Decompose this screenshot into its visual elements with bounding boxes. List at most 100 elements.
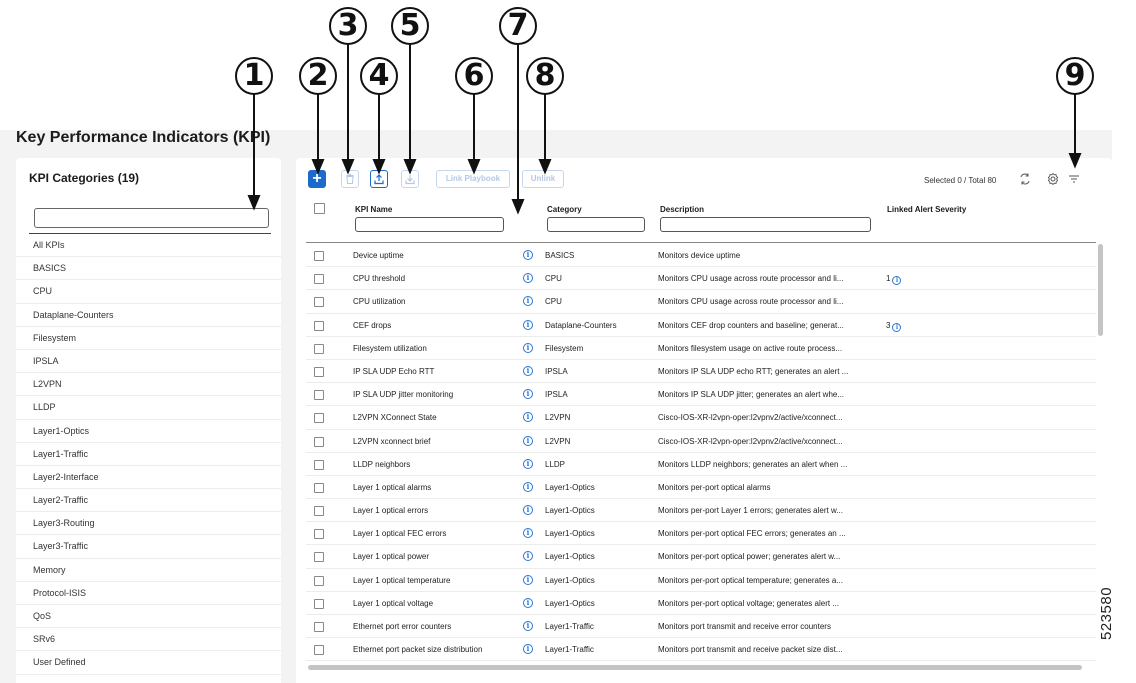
table-row[interactable]: CPU threshold i CPU Monitors CPU usage acro… <box>306 267 1096 291</box>
category-search-input[interactable] <box>34 208 269 228</box>
vertical-scrollbar[interactable] <box>1098 244 1103 336</box>
info-icon[interactable]: i <box>523 296 533 307</box>
description-filter-input[interactable] <box>660 217 871 232</box>
row-checkbox[interactable] <box>314 343 324 354</box>
column-header-description[interactable]: Description <box>660 205 704 214</box>
table-row[interactable]: Layer 1 optical alarms i Layer1-Optics Moni… <box>306 476 1096 500</box>
category-item[interactable]: Dataplane-Counters <box>16 304 281 327</box>
kpi-name: L2VPN XConnect State <box>353 413 437 423</box>
category-item[interactable]: All KPIs <box>16 234 281 258</box>
info-icon[interactable]: i <box>523 597 533 608</box>
category-item[interactable]: User Defined <box>16 651 281 675</box>
category-filter-input[interactable] <box>547 217 645 232</box>
table-row[interactable]: L2VPN xconnect brief i L2VPN Cisco-IOS-XR-l… <box>306 430 1096 453</box>
row-checkbox[interactable] <box>314 622 324 632</box>
info-icon[interactable]: i <box>523 435 533 446</box>
category-item[interactable]: SRv6 <box>16 628 281 652</box>
row-checkbox[interactable] <box>314 297 324 308</box>
upload-button[interactable] <box>370 170 388 188</box>
category-item[interactable]: QoS <box>16 605 281 629</box>
category-item[interactable]: Layer2-Traffic <box>16 489 281 513</box>
row-checkbox[interactable] <box>314 552 324 563</box>
info-icon[interactable]: i <box>892 276 902 286</box>
info-icon[interactable]: i <box>523 319 533 330</box>
severity-count: 1 <box>886 274 891 284</box>
info-icon[interactable]: i <box>523 389 533 400</box>
category-item[interactable]: Memory <box>16 559 281 582</box>
row-checkbox[interactable] <box>314 482 324 493</box>
kpi-description: Monitors CPU usage across route processo… <box>658 297 844 307</box>
row-checkbox[interactable] <box>314 320 324 331</box>
info-icon[interactable]: i <box>523 644 533 655</box>
row-checkbox[interactable] <box>314 506 324 517</box>
table-row[interactable]: LLDP neighbors i LLDP Monitors LLDP neighbo… <box>306 453 1096 476</box>
row-checkbox[interactable] <box>314 436 324 447</box>
table-row[interactable]: Layer 1 optical errors i Layer1-Optics Moni… <box>306 499 1096 523</box>
column-header-kpi-name[interactable]: KPI Name <box>355 205 392 214</box>
column-header-category[interactable]: Category <box>547 205 582 214</box>
column-header-linked-alert-severity[interactable]: Linked Alert Severity <box>887 205 966 214</box>
row-checkbox[interactable] <box>314 459 324 470</box>
gear-icon[interactable] <box>1046 172 1060 186</box>
info-icon[interactable]: i <box>523 250 533 260</box>
add-kpi-button[interactable]: + <box>308 170 326 188</box>
link-playbook-button[interactable]: Link Playbook <box>436 170 510 188</box>
category-item[interactable]: Layer2-Interface <box>16 466 281 490</box>
category-item[interactable]: IPSLA <box>16 350 281 374</box>
row-checkbox[interactable] <box>314 366 324 377</box>
category-item[interactable]: LLDP <box>16 396 281 420</box>
table-row[interactable]: Layer 1 optical temperature i Layer1-Optic… <box>306 569 1096 592</box>
kpi-name: Layer 1 optical power <box>353 552 430 562</box>
info-icon[interactable]: i <box>523 481 533 492</box>
table-row[interactable]: Device uptime i BASICS Monitors device upti… <box>306 244 1096 268</box>
row-checkbox[interactable] <box>314 390 324 401</box>
category-item[interactable]: CPU <box>16 280 281 304</box>
table-row[interactable]: L2VPN XConnect State i L2VPN Cisco-IOS-XR-l… <box>306 406 1096 430</box>
table-row[interactable]: Ethernet port packet size distribution i L… <box>306 638 1096 662</box>
table-row[interactable]: Ethernet port error counters i Layer1-Traf… <box>306 615 1096 639</box>
info-icon[interactable]: i <box>523 574 533 585</box>
info-icon[interactable]: i <box>523 505 533 516</box>
delete-button[interactable] <box>341 170 359 188</box>
category-item[interactable]: Layer3-Traffic <box>16 535 281 559</box>
info-icon[interactable]: i <box>892 322 902 332</box>
row-checkbox[interactable] <box>314 575 324 586</box>
category-item[interactable]: Filesystem <box>16 327 281 350</box>
row-checkbox[interactable] <box>314 413 324 424</box>
unlink-button[interactable]: Unlink <box>522 170 564 188</box>
refresh-icon[interactable] <box>1018 172 1032 186</box>
info-icon[interactable]: i <box>523 342 533 353</box>
table-row[interactable]: Layer 1 optical power i Layer1-Optics Monit… <box>306 545 1096 569</box>
category-item[interactable]: Layer3-Routing <box>16 512 281 536</box>
info-icon[interactable]: i <box>523 273 533 284</box>
table-row[interactable]: Filesystem utilization i Filesystem Monitor… <box>306 337 1096 360</box>
info-icon[interactable]: i <box>523 621 533 631</box>
table-row[interactable]: CPU utilization i CPU Monitors CPU usage ac… <box>306 290 1096 314</box>
select-all-checkbox[interactable] <box>314 203 325 214</box>
category-item[interactable]: L2VPN <box>16 373 281 397</box>
table-row[interactable]: IP SLA UDP jitter monitoring i IPSLA Monito… <box>306 383 1096 407</box>
kpi-name: IP SLA UDP jitter monitoring <box>353 390 454 400</box>
info-icon[interactable]: i <box>523 412 533 423</box>
info-icon[interactable]: i <box>523 528 533 539</box>
info-icon[interactable]: i <box>523 551 533 562</box>
download-button[interactable] <box>401 170 419 188</box>
info-icon[interactable]: i <box>523 365 533 376</box>
row-checkbox[interactable] <box>314 251 324 261</box>
category-item[interactable]: Layer1-Traffic <box>16 443 281 466</box>
row-checkbox[interactable] <box>314 529 324 540</box>
category-item[interactable]: BASICS <box>16 257 281 281</box>
horizontal-scrollbar[interactable] <box>308 665 1082 670</box>
info-icon[interactable]: i <box>523 458 533 469</box>
row-checkbox[interactable] <box>314 274 324 285</box>
table-row[interactable]: CEF drops i Dataplane-Counters Monitors CEF… <box>306 314 1096 337</box>
table-row[interactable]: IP SLA UDP Echo RTT i IPSLA Monitors IP SLA… <box>306 360 1096 384</box>
row-checkbox[interactable] <box>314 598 324 609</box>
category-item[interactable]: Protocol-ISIS <box>16 582 281 605</box>
table-row[interactable]: Layer 1 optical voltage i Layer1-Optics Mon… <box>306 592 1096 615</box>
kpi-name-filter-input[interactable] <box>355 217 504 232</box>
filter-icon[interactable] <box>1067 172 1081 186</box>
row-checkbox[interactable] <box>314 645 324 656</box>
category-item[interactable]: Layer1-Optics <box>16 420 281 443</box>
table-row[interactable]: Layer 1 optical FEC errors i Layer1-Optics… <box>306 522 1096 546</box>
